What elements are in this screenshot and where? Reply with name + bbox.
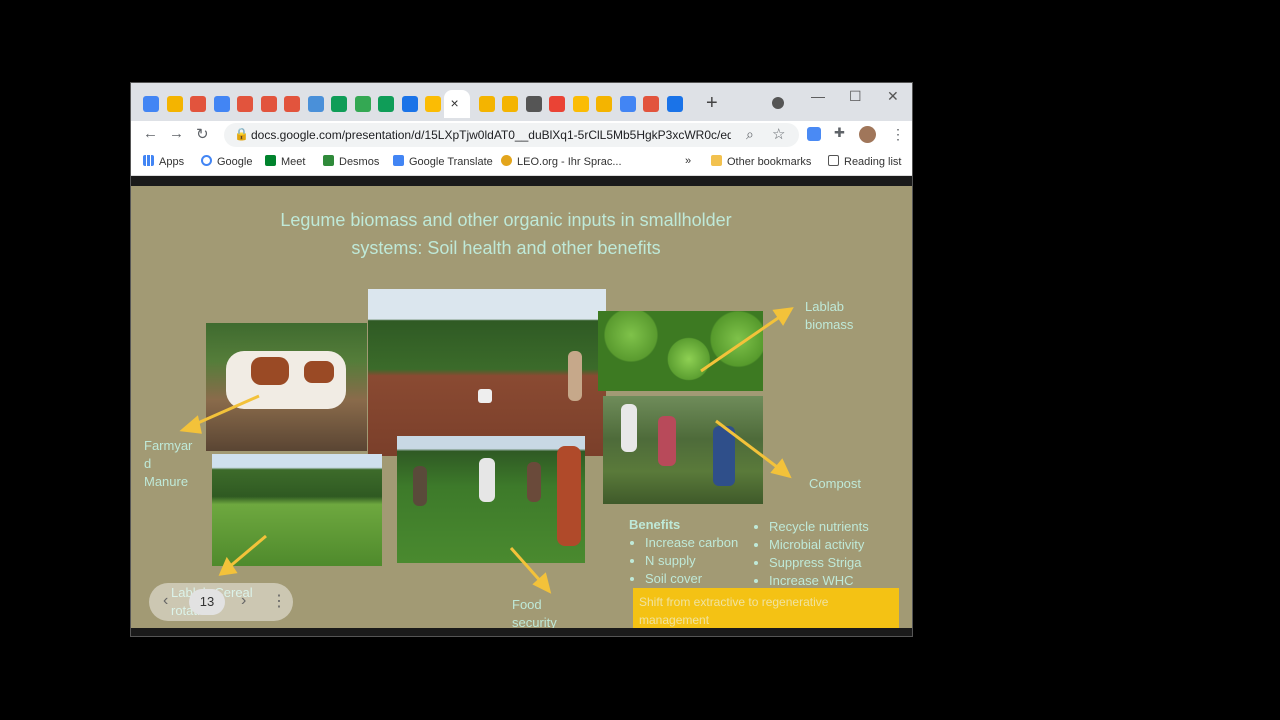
arrow-head-farmyard <box>179 415 202 434</box>
tab-photos-icon[interactable] <box>260 96 277 112</box>
desmos-icon <box>323 155 334 166</box>
tab-gmail-icon[interactable] <box>549 96 565 112</box>
meet-icon <box>265 155 276 166</box>
benefits-left: Benefits Increase carbon N supply Soil c… <box>629 516 738 588</box>
tab-slides-icon[interactable] <box>166 96 183 112</box>
benefit-item: Soil cover <box>645 570 738 588</box>
benefit-item: Increase carbon <box>645 534 738 552</box>
tab-mail-icon[interactable] <box>307 96 324 112</box>
slides-top-bar <box>131 176 912 186</box>
tab-maps-icon[interactable] <box>354 96 371 112</box>
reload-icon[interactable]: ↻ <box>196 125 209 143</box>
tab-photos-icon[interactable] <box>237 96 253 112</box>
forward-icon[interactable]: → <box>169 125 184 142</box>
translate-icon <box>393 155 404 166</box>
browser-window: × + — ☐ ✕ ← → ↻ 🔒 docs.google.com/presen… <box>130 82 913 637</box>
tab-search-icon[interactable] <box>772 97 784 109</box>
label-compost: Compost <box>809 476 862 491</box>
benefit-item: Microbial activity <box>769 536 869 554</box>
toolbar: ← → ↻ 🔒 docs.google.com/presentation/d/1… <box>131 121 912 149</box>
label-farmyard-manure: Farmyar d Manure <box>144 438 193 489</box>
maximize-button[interactable]: ☐ <box>849 88 862 105</box>
bookmark-star-icon[interactable]: ☆ <box>772 125 785 143</box>
tab-slides-icon[interactable] <box>478 96 495 112</box>
label-food-security: Food security <box>512 597 557 628</box>
tab-meet-icon[interactable] <box>666 96 683 112</box>
arrow-cereal <box>227 534 267 570</box>
tab-slides-icon[interactable] <box>596 96 612 112</box>
bookmark-other[interactable]: Other bookmarks <box>711 155 811 168</box>
tab-photos-icon[interactable] <box>643 96 659 112</box>
slide-pager: ‹ 13 › ⋮ <box>149 583 293 621</box>
address-bar[interactable]: 🔒 docs.google.com/presentation/d/15LXpTj… <box>224 123 799 147</box>
arrow-farmyard <box>190 394 260 428</box>
benefit-item: N supply <box>645 552 738 570</box>
tab-docs-icon[interactable] <box>213 96 230 112</box>
slides-bottom-bar <box>131 628 912 636</box>
tab-strip: × + — ☐ ✕ <box>131 83 912 121</box>
pager-more-icon[interactable]: ⋮ <box>271 591 287 611</box>
folder-icon <box>711 155 722 166</box>
bookmark-apps[interactable]: Apps <box>143 155 184 168</box>
arrow-compost <box>715 419 782 472</box>
benefits-right: Recycle nutrients Microbial activity Sup… <box>753 518 869 590</box>
apps-icon <box>143 155 154 166</box>
tab-docs-icon[interactable] <box>143 96 159 112</box>
tab-calendar-icon[interactable] <box>401 96 418 112</box>
benefit-item: Suppress Striga <box>769 554 869 572</box>
bookmarks-bar: Apps Google Meet Desmos Google Translate… <box>131 149 912 176</box>
tab-slides-icon[interactable] <box>502 96 518 112</box>
tab-photos-icon[interactable] <box>284 96 300 112</box>
tab-sheets-icon[interactable] <box>378 96 394 112</box>
arrow-head-compost <box>770 458 792 479</box>
tab-close-icon[interactable]: × <box>451 95 459 111</box>
zoom-extension-icon[interactable] <box>807 127 821 141</box>
tab-docs-icon[interactable] <box>619 96 636 112</box>
zoom-icon[interactable]: ⌕ <box>746 126 754 143</box>
bookmark-reading-list[interactable]: Reading list <box>828 155 901 168</box>
bookmarks-overflow[interactable]: » <box>685 155 691 167</box>
arrow-head-lablab <box>772 307 794 326</box>
tab-drive-icon[interactable] <box>425 96 441 112</box>
next-slide-button[interactable]: › <box>241 592 246 610</box>
avatar[interactable] <box>859 126 876 143</box>
regenerative-highlight-box: Shift from extractive to regenerative ma… <box>633 588 899 628</box>
extensions-icon[interactable]: ✚ <box>834 125 848 140</box>
label-lablab-biomass: Lablab biomass <box>805 299 854 332</box>
tab-photos-icon[interactable] <box>190 96 206 112</box>
benefit-item: Recycle nutrients <box>769 518 869 536</box>
active-tab[interactable]: × <box>443 90 470 118</box>
url-text[interactable]: docs.google.com/presentation/d/15LXpTjw0… <box>251 128 731 142</box>
close-window-button[interactable]: ✕ <box>887 88 899 105</box>
bookmark-leo[interactable]: LEO.org - Ihr Sprac... <box>501 155 622 168</box>
google-icon <box>201 155 212 166</box>
tab-news-icon[interactable] <box>525 96 542 112</box>
lock-icon: 🔒 <box>234 127 249 141</box>
leo-icon <box>501 155 512 166</box>
prev-slide-button[interactable]: ‹ <box>163 592 168 610</box>
highlight-text: Shift from extractive to regenerative ma… <box>639 595 829 627</box>
slide-number[interactable]: 13 <box>189 589 225 615</box>
bookmark-desmos[interactable]: Desmos <box>323 155 379 168</box>
minimize-button[interactable]: — <box>811 88 825 104</box>
tab-drive-icon[interactable] <box>572 96 589 112</box>
new-tab-button[interactable]: + <box>706 92 718 115</box>
back-icon[interactable]: ← <box>143 125 158 142</box>
reading-list-icon <box>828 155 839 166</box>
slide-canvas: Legume biomass and other organic inputs … <box>131 186 912 628</box>
arrow-lablab <box>700 312 785 373</box>
bookmark-google[interactable]: Google <box>201 155 252 168</box>
arrow-food <box>509 547 545 585</box>
benefits-heading: Benefits <box>629 517 681 532</box>
bookmark-translate[interactable]: Google Translate <box>393 155 493 168</box>
browser-menu-icon[interactable]: ⋮ <box>891 126 905 143</box>
bookmark-meet[interactable]: Meet <box>265 155 305 168</box>
tab-sheets-icon[interactable] <box>331 96 347 112</box>
